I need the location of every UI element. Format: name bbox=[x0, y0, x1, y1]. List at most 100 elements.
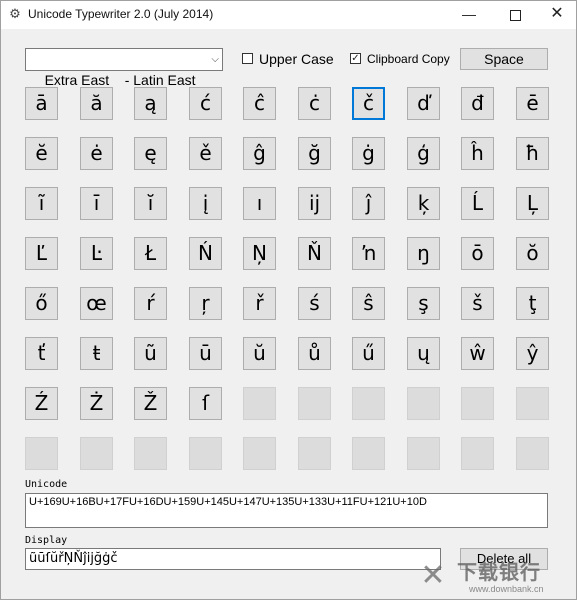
unicode-textbox[interactable]: U+169U+16BU+17FU+16DU+159U+145U+147U+135… bbox=[25, 493, 548, 528]
char-key[interactable]: ċ bbox=[298, 87, 331, 120]
char-key[interactable]: ś bbox=[298, 287, 331, 320]
char-key[interactable]: ŷ bbox=[516, 337, 549, 370]
minimize-button[interactable]: — bbox=[449, 1, 489, 29]
char-key[interactable]: ō bbox=[461, 237, 494, 270]
empty-char-key[interactable] bbox=[516, 437, 549, 470]
char-key[interactable]: ţ bbox=[516, 287, 549, 320]
char-key[interactable]: ē bbox=[516, 87, 549, 120]
empty-char-key[interactable] bbox=[352, 387, 385, 420]
char-key[interactable]: ı bbox=[243, 187, 276, 220]
char-key[interactable]: Ŀ bbox=[80, 237, 113, 270]
char-key[interactable]: Ź bbox=[25, 387, 58, 420]
char-key[interactable]: č bbox=[352, 87, 385, 120]
char-key[interactable]: Ł bbox=[134, 237, 167, 270]
unicode-label: Unicode bbox=[25, 479, 68, 490]
char-key[interactable]: š bbox=[461, 287, 494, 320]
char-key[interactable]: Ļ bbox=[516, 187, 549, 220]
char-key[interactable]: ħ bbox=[516, 137, 549, 170]
char-key[interactable]: ě bbox=[189, 137, 222, 170]
watermark: ✕ 下载银行 www.downbank.cn bbox=[415, 556, 575, 600]
char-key[interactable]: ĥ bbox=[461, 137, 494, 170]
watermark-url: www.downbank.cn bbox=[469, 584, 544, 594]
char-key[interactable]: ŕ bbox=[134, 287, 167, 320]
char-key[interactable]: ŵ bbox=[461, 337, 494, 370]
char-key[interactable]: ŝ bbox=[352, 287, 385, 320]
empty-char-key[interactable] bbox=[461, 387, 494, 420]
char-key[interactable]: ũ bbox=[134, 337, 167, 370]
empty-char-key[interactable] bbox=[243, 387, 276, 420]
char-key[interactable]: ā bbox=[25, 87, 58, 120]
char-key[interactable]: ę bbox=[134, 137, 167, 170]
char-key[interactable]: Ņ bbox=[243, 237, 276, 270]
char-key[interactable]: ſ bbox=[189, 387, 222, 420]
clipboard-copy-label[interactable]: Clipboard Copy bbox=[367, 52, 450, 66]
char-key[interactable]: ŭ bbox=[243, 337, 276, 370]
empty-char-key[interactable] bbox=[80, 437, 113, 470]
char-key[interactable]: ŋ bbox=[407, 237, 440, 270]
display-label: Display bbox=[25, 535, 68, 546]
char-key[interactable]: ř bbox=[243, 287, 276, 320]
charset-select-value: Extra East - Latin East bbox=[44, 72, 196, 88]
empty-char-key[interactable] bbox=[461, 437, 494, 470]
char-key[interactable]: ķ bbox=[407, 187, 440, 220]
char-key[interactable]: ī bbox=[80, 187, 113, 220]
empty-char-key[interactable] bbox=[134, 437, 167, 470]
char-key[interactable]: ŧ bbox=[80, 337, 113, 370]
space-button[interactable]: Space bbox=[460, 48, 548, 70]
char-key[interactable]: ū bbox=[189, 337, 222, 370]
char-key[interactable]: ă bbox=[80, 87, 113, 120]
char-key[interactable]: ų bbox=[407, 337, 440, 370]
char-key[interactable]: đ bbox=[461, 87, 494, 120]
char-key[interactable]: į bbox=[189, 187, 222, 220]
watermark-text: 下载银行 bbox=[457, 560, 541, 584]
char-key[interactable]: ĝ bbox=[243, 137, 276, 170]
char-key[interactable]: ģ bbox=[407, 137, 440, 170]
chevron-down-icon: ⌵ bbox=[211, 54, 219, 65]
empty-char-key[interactable] bbox=[189, 437, 222, 470]
empty-char-key[interactable] bbox=[407, 437, 440, 470]
char-key[interactable]: ą bbox=[134, 87, 167, 120]
empty-char-key[interactable] bbox=[25, 437, 58, 470]
char-key[interactable]: ĩ bbox=[25, 187, 58, 220]
empty-char-key[interactable] bbox=[407, 387, 440, 420]
char-key[interactable]: ĭ bbox=[134, 187, 167, 220]
char-key[interactable]: ė bbox=[80, 137, 113, 170]
char-key[interactable]: ű bbox=[352, 337, 385, 370]
char-key[interactable]: ŏ bbox=[516, 237, 549, 270]
char-key[interactable]: Ň bbox=[298, 237, 331, 270]
char-key[interactable]: Ń bbox=[189, 237, 222, 270]
char-key[interactable]: ť bbox=[25, 337, 58, 370]
char-key[interactable]: ŉ bbox=[352, 237, 385, 270]
char-key[interactable]: ş bbox=[407, 287, 440, 320]
char-key[interactable]: ů bbox=[298, 337, 331, 370]
clipboard-copy-checkbox[interactable]: ✓ bbox=[350, 53, 361, 64]
char-key[interactable]: ğ bbox=[298, 137, 331, 170]
char-key[interactable]: ĵ bbox=[352, 187, 385, 220]
char-key[interactable]: Ľ bbox=[25, 237, 58, 270]
char-key[interactable]: ć bbox=[189, 87, 222, 120]
char-key[interactable]: ď bbox=[407, 87, 440, 120]
char-key[interactable]: ġ bbox=[352, 137, 385, 170]
charset-select[interactable]: Extra East - Latin East ⌵ bbox=[25, 48, 223, 88]
char-key[interactable]: ŗ bbox=[189, 287, 222, 320]
empty-char-key[interactable] bbox=[516, 387, 549, 420]
char-key[interactable]: Ž bbox=[134, 387, 167, 420]
char-key[interactable]: ĉ bbox=[243, 87, 276, 120]
empty-char-key[interactable] bbox=[298, 437, 331, 470]
empty-char-key[interactable] bbox=[352, 437, 385, 470]
window-title: Unicode Typewriter 2.0 (July 2014) bbox=[28, 7, 214, 21]
char-key[interactable]: ĕ bbox=[25, 137, 58, 170]
char-key[interactable]: œ bbox=[80, 287, 113, 320]
maximize-icon bbox=[509, 9, 521, 21]
upper-case-checkbox[interactable] bbox=[242, 53, 253, 64]
char-key[interactable]: Ĺ bbox=[461, 187, 494, 220]
upper-case-label[interactable]: Upper Case bbox=[259, 51, 334, 67]
empty-char-key[interactable] bbox=[243, 437, 276, 470]
char-key[interactable]: Ż bbox=[80, 387, 113, 420]
display-textbox[interactable]: ũūſŭřŅŇĵĳğġč bbox=[25, 548, 441, 570]
char-key[interactable]: ő bbox=[25, 287, 58, 320]
char-key[interactable]: ĳ bbox=[298, 187, 331, 220]
empty-char-key[interactable] bbox=[298, 387, 331, 420]
close-button[interactable]: ✕ bbox=[537, 1, 577, 29]
maximize-button[interactable] bbox=[495, 1, 535, 29]
